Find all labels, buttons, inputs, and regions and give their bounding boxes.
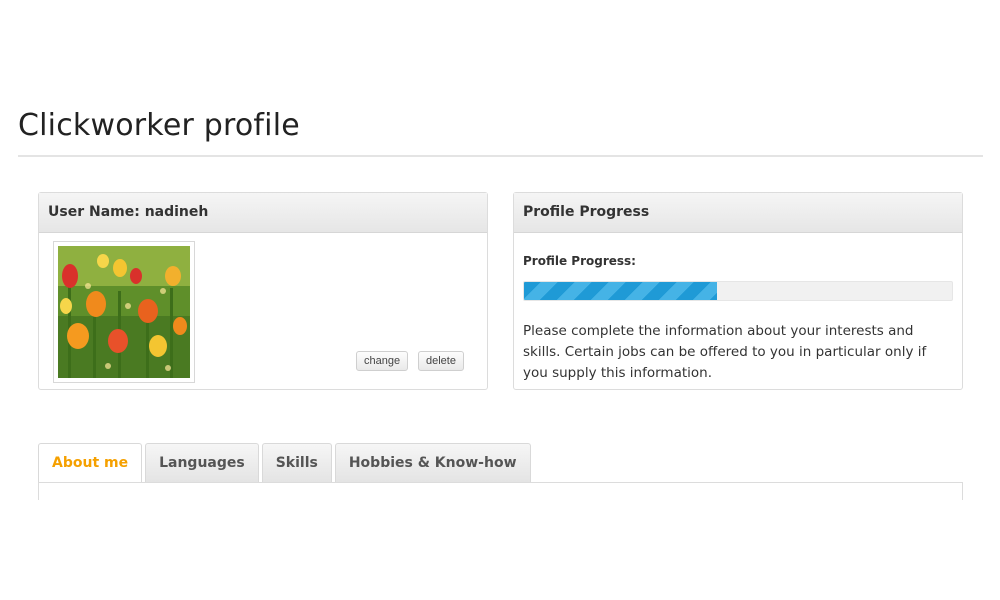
progress-bar — [523, 281, 953, 301]
profile-tabs: About me Languages Skills Hobbies & Know… — [38, 443, 531, 484]
avatar-image — [58, 246, 190, 378]
progress-panel-header: Profile Progress — [514, 193, 962, 233]
progress-bar-fill — [524, 282, 717, 300]
progress-label: Profile Progress: — [523, 254, 636, 268]
avatar — [53, 241, 195, 383]
user-panel-header: User Name: nadineh — [39, 193, 487, 233]
user-panel: User Name: nadineh change delete — [38, 192, 488, 390]
blank-area — [0, 500, 1000, 600]
profile-progress-panel: Profile Progress Profile Progress: Pleas… — [513, 192, 963, 390]
title-divider — [18, 155, 983, 157]
progress-message: Please complete the information about yo… — [523, 323, 927, 381]
change-photo-button[interactable]: change — [356, 351, 409, 371]
tab-about-me[interactable]: About me — [38, 443, 143, 484]
page-title: Clickworker profile — [18, 108, 300, 143]
tab-hobbies-know-how[interactable]: Hobbies & Know-how — [334, 443, 531, 482]
tab-skills[interactable]: Skills — [261, 443, 332, 482]
delete-photo-button[interactable]: delete — [418, 351, 464, 371]
tab-languages[interactable]: Languages — [145, 443, 259, 482]
